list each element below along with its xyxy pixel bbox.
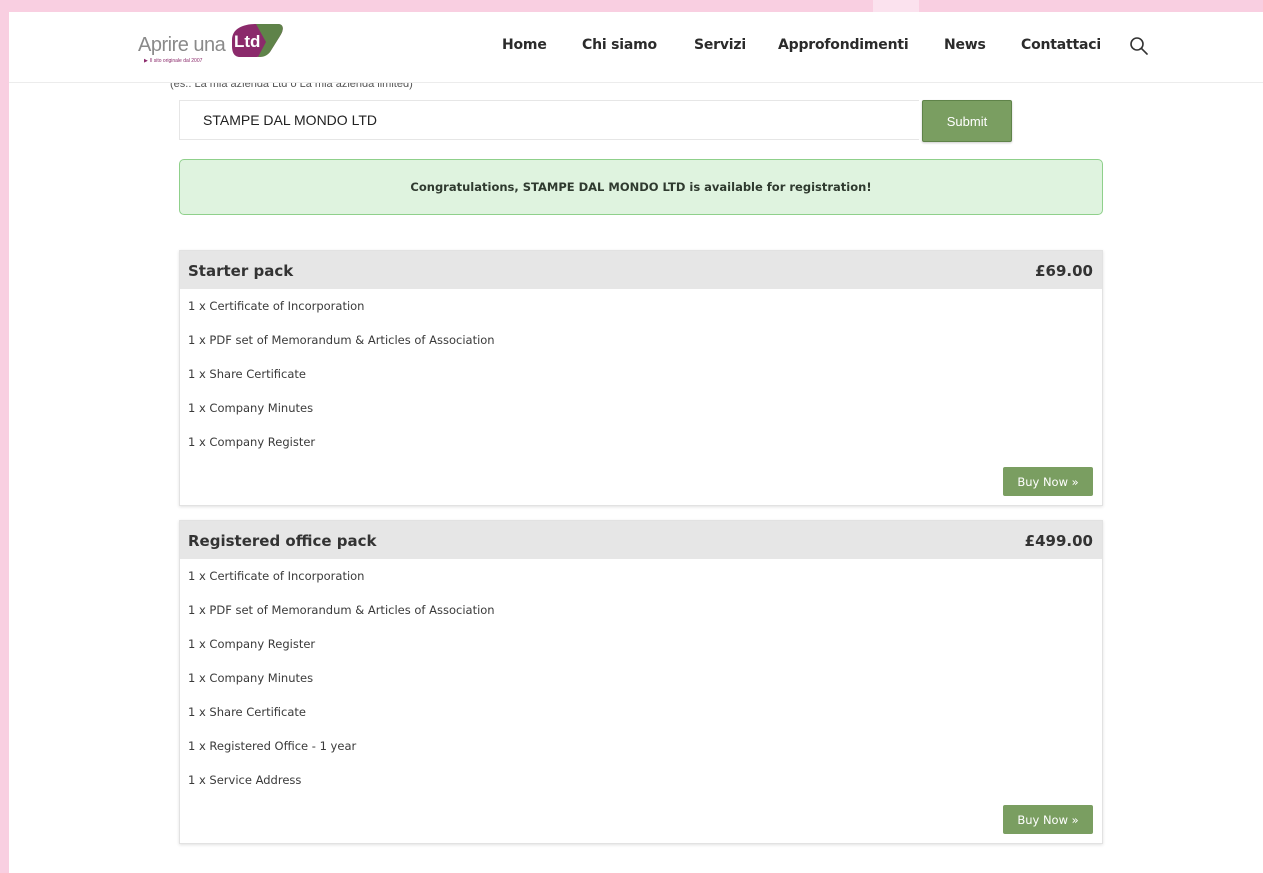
pack-price: £499.00	[1024, 532, 1093, 550]
nav-item-contattaci[interactable]: Contattaci	[1021, 37, 1101, 53]
pack-title: Starter pack	[188, 262, 294, 280]
submit-button[interactable]: Submit	[922, 100, 1012, 142]
list-item: 1 x Share Certificate	[188, 367, 307, 381]
nav-item-servizi[interactable]: Servizi	[694, 37, 746, 53]
pack-header: Starter pack £69.00	[180, 251, 1102, 289]
list-item: 1 x Registered Office - 1 year	[188, 739, 357, 753]
alert-message: Congratulations, STAMPE DAL MONDO LTD is…	[410, 180, 872, 194]
company-name-input[interactable]	[179, 100, 919, 140]
pack-price: £69.00	[1035, 262, 1093, 280]
list-item: 1 x Certificate of Incorporation	[188, 299, 365, 313]
buy-now-button[interactable]: Buy Now »	[1003, 805, 1093, 834]
availability-alert: Congratulations, STAMPE DAL MONDO LTD is…	[179, 159, 1103, 215]
list-item: 1 x Share Certificate	[188, 705, 307, 719]
site-header: Aprire una Ltd Il sito originale dal 200…	[9, 12, 1263, 83]
list-item: 1 x Company Register	[188, 435, 316, 449]
main-nav: Home Chi siamo Servizi Approfondimenti N…	[9, 37, 1263, 59]
pack-title: Registered office pack	[188, 532, 377, 550]
list-item: 1 x Company Minutes	[188, 671, 314, 685]
nav-item-home[interactable]: Home	[502, 37, 547, 53]
nav-item-approfondimenti[interactable]: Approfondimenti	[778, 37, 909, 53]
background-decoration	[873, 0, 919, 12]
browser-page: Aprire una Ltd Il sito originale dal 200…	[9, 12, 1263, 873]
list-item: 1 x Certificate of Incorporation	[188, 569, 365, 583]
pack-header: Registered office pack £499.00	[180, 521, 1102, 559]
buy-now-button[interactable]: Buy Now »	[1003, 467, 1093, 496]
list-item: 1 x PDF set of Memorandum & Articles of …	[188, 603, 495, 617]
list-item: 1 x Company Minutes	[188, 401, 314, 415]
nav-item-chi-siamo[interactable]: Chi siamo	[582, 37, 657, 53]
list-item: 1 x Service Address	[188, 773, 302, 787]
list-item: 1 x Company Register	[188, 637, 316, 651]
pack-starter: Starter pack £69.00 1 x Certificate of I…	[179, 250, 1103, 506]
pack-item-list: 1 x Certificate of Incorporation 1 x PDF…	[180, 289, 1102, 459]
nav-item-news[interactable]: News	[944, 37, 986, 53]
pack-item-list: 1 x Certificate of Incorporation 1 x PDF…	[180, 559, 1102, 797]
list-item: 1 x PDF set of Memorandum & Articles of …	[188, 333, 495, 347]
pack-registered-office: Registered office pack £499.00 1 x Certi…	[179, 520, 1103, 844]
company-search-form: Submit	[179, 100, 1014, 142]
search-icon[interactable]	[1129, 36, 1149, 56]
